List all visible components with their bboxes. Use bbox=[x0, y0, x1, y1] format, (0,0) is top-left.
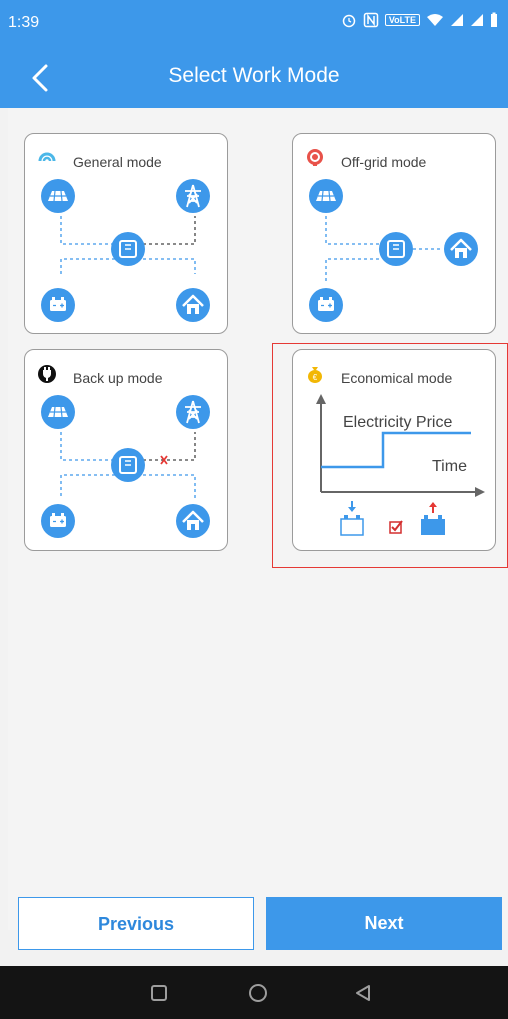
status-icons: VoLTE bbox=[341, 12, 498, 28]
signal-icon-2 bbox=[471, 14, 483, 26]
app-bar: Select Work Mode bbox=[0, 48, 508, 108]
battery-charge-icon bbox=[340, 501, 364, 536]
system-nav-bar bbox=[0, 966, 508, 1019]
backup-mode-diagram bbox=[40, 394, 212, 540]
status-time: 1:39 bbox=[8, 14, 40, 31]
inverter-icon bbox=[110, 231, 146, 267]
solar-panel-icon bbox=[40, 394, 76, 430]
solar-panel-icon bbox=[308, 178, 344, 214]
square-nav-icon[interactable] bbox=[146, 980, 172, 1006]
battery-icon bbox=[40, 287, 76, 323]
off-grid-mode-card[interactable]: Off-grid mode bbox=[292, 133, 496, 334]
circle-nav-icon[interactable] bbox=[245, 980, 271, 1006]
triangle-back-icon[interactable] bbox=[350, 980, 376, 1006]
general-mode-diagram bbox=[40, 178, 212, 324]
battery-icon bbox=[40, 503, 76, 539]
solar-panel-icon bbox=[40, 178, 76, 214]
page-title: Select Work Mode bbox=[168, 64, 340, 87]
checkbox-checked-icon bbox=[389, 520, 403, 534]
inverter-icon bbox=[110, 447, 146, 483]
power-tower-icon bbox=[175, 394, 211, 430]
home-icon bbox=[174, 286, 212, 324]
battery-discharge-icon bbox=[421, 502, 445, 535]
status-bar: 1:39 VoLTE bbox=[0, 0, 508, 48]
next-button[interactable]: Next bbox=[266, 897, 502, 950]
battery-status-icon bbox=[491, 12, 497, 27]
home-icon bbox=[174, 502, 212, 540]
nfc-icon bbox=[363, 12, 379, 28]
previous-button[interactable]: Previous bbox=[18, 897, 254, 950]
home-icon bbox=[442, 230, 480, 268]
volte-badge: VoLTE bbox=[384, 14, 420, 26]
wifi-icon bbox=[427, 14, 443, 26]
alarm-icon bbox=[342, 14, 356, 28]
time-label: Time bbox=[432, 458, 467, 475]
battery-icon bbox=[308, 287, 344, 323]
power-tower-icon bbox=[175, 178, 211, 214]
backup-mode-card[interactable]: Back up mode bbox=[24, 349, 228, 551]
signal-icon bbox=[451, 14, 463, 26]
general-mode-card[interactable]: General mode bbox=[24, 133, 228, 334]
inverter-icon bbox=[378, 231, 414, 267]
economical-mode-card[interactable]: € Economical mode Electricity Price Time bbox=[292, 349, 496, 551]
electricity-price-label: Electricity Price bbox=[343, 414, 453, 431]
off-grid-mode-diagram bbox=[308, 178, 480, 323]
